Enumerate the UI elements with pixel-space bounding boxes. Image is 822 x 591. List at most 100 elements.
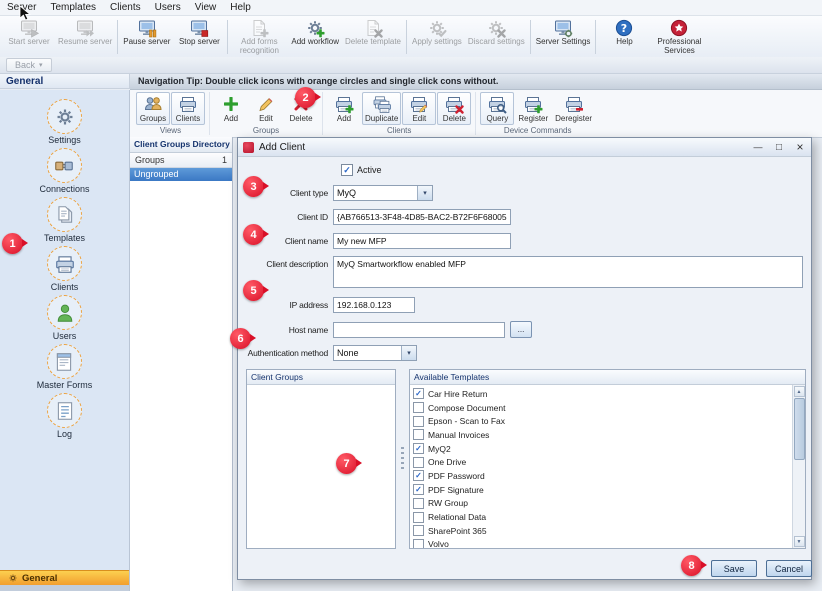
sidebar-item-templates[interactable]: Templates — [44, 197, 85, 243]
professional-services-button[interactable]: Professional Services — [650, 17, 708, 57]
available-templates-panel-title: Available Templates — [410, 370, 805, 385]
sidebar-items: SettingsConnections Templates ClientsUsers… — [0, 90, 129, 439]
client-type-dropdown[interactable]: MyQ — [333, 185, 433, 201]
template-checkbox[interactable] — [413, 539, 424, 548]
clients-duplicate-button[interactable]: Duplicate — [362, 92, 401, 125]
dialog-titlebar[interactable]: Add Client — [238, 138, 811, 157]
groups-add-button[interactable]: Add — [214, 92, 248, 125]
help-icon: ? — [614, 18, 634, 38]
template-list-item[interactable]: Compose Document — [413, 401, 792, 415]
chevron-down-icon[interactable] — [417, 186, 432, 200]
template-list-item[interactable]: ✓Car Hire Return — [413, 387, 792, 401]
template-list-item[interactable]: ✓PDF Signature — [413, 483, 792, 497]
device-commands-deregister-button[interactable]: Deregister — [552, 92, 595, 125]
toolbar-button-label: Pause server — [123, 38, 170, 47]
template-list-item[interactable]: Epson - Scan to Fax — [413, 414, 792, 428]
log-icon — [54, 400, 76, 422]
template-checkbox[interactable]: ✓ — [413, 470, 424, 481]
orange-circle — [47, 344, 82, 379]
menu-item-users[interactable]: Users — [148, 0, 188, 15]
template-list-item[interactable]: One Drive — [413, 455, 792, 469]
templates-scrollbar[interactable] — [792, 385, 805, 548]
sidebar-item-users[interactable]: Users — [47, 295, 82, 341]
template-list-item[interactable]: ✓MyQ2 — [413, 442, 792, 456]
close-button[interactable] — [794, 140, 806, 154]
groups-column-header[interactable]: Groups 1 — [130, 153, 232, 168]
template-checkbox[interactable] — [413, 525, 424, 536]
menu-item-help[interactable]: Help — [223, 0, 258, 15]
template-checkbox[interactable] — [413, 429, 424, 440]
client-groups-list — [247, 385, 395, 548]
template-checkbox[interactable] — [413, 512, 424, 523]
template-list-item[interactable]: Volvo — [413, 538, 792, 548]
template-label: RW Group — [428, 498, 468, 508]
groups-list: Ungrouped — [130, 168, 232, 591]
cancel-button[interactable]: Cancel — [766, 560, 812, 577]
annotation-3: 3 — [243, 176, 264, 197]
server-settings-button[interactable]: Server Settings — [533, 17, 594, 57]
sidebar-item-label: Templates — [44, 233, 85, 243]
active-checkbox[interactable]: ✓ — [341, 164, 353, 176]
views-groups-button[interactable]: Groups — [136, 92, 170, 125]
host-name-input[interactable] — [333, 322, 505, 338]
maximize-button[interactable] — [773, 142, 785, 153]
template-checkbox[interactable] — [413, 416, 424, 427]
template-list-item[interactable]: SharePoint 365 — [413, 524, 792, 538]
groups-edit-button[interactable]: Edit — [249, 92, 283, 125]
template-checkbox[interactable] — [413, 402, 424, 413]
template-checkbox[interactable] — [413, 457, 424, 468]
sidebar-footer[interactable]: General — [0, 570, 129, 585]
template-list-item[interactable]: RW Group — [413, 497, 792, 511]
panel-splitter[interactable] — [398, 369, 407, 549]
browse-button[interactable]: ... — [510, 321, 532, 338]
stop-server-icon — [189, 18, 209, 38]
menu-item-view[interactable]: View — [188, 0, 224, 15]
sidebar-item-settings[interactable]: Settings — [47, 99, 82, 145]
sidebar-item-clients[interactable]: Clients — [47, 246, 82, 292]
save-button[interactable]: Save — [711, 560, 757, 577]
add-workflow-button[interactable]: Add workflow — [288, 17, 342, 57]
sidebar-item-connections[interactable]: Connections — [39, 148, 89, 194]
scroll-down-icon[interactable] — [794, 536, 805, 547]
minimize-button[interactable] — [752, 142, 764, 152]
scroll-up-icon[interactable] — [794, 386, 805, 397]
template-list-item[interactable]: ✓PDF Password — [413, 469, 792, 483]
ribbon: GroupsClientsViewsAddEditDeleteGroupsAdd… — [130, 90, 822, 138]
help-button[interactable]: ?Help — [598, 17, 650, 57]
scrollbar-track[interactable] — [794, 397, 805, 536]
device-commands-query-button[interactable]: Query — [480, 92, 514, 125]
template-list-item[interactable]: Relational Data — [413, 510, 792, 524]
template-list-item[interactable]: Manual Invoices — [413, 428, 792, 442]
template-label: One Drive — [428, 457, 466, 467]
scrollbar-thumb[interactable] — [794, 398, 805, 460]
chevron-down-icon[interactable] — [401, 346, 416, 360]
clients-delete-button[interactable]: Delete — [437, 92, 471, 125]
template-checkbox[interactable] — [413, 498, 424, 509]
ip-address-input[interactable] — [333, 297, 415, 313]
navigation-tip: Navigation Tip: Double click icons with … — [130, 74, 822, 90]
client-description-input[interactable]: MyQ Smartworkflow enabled MFP — [333, 256, 803, 288]
auth-method-dropdown[interactable]: None — [333, 345, 417, 361]
template-checkbox[interactable]: ✓ — [413, 484, 424, 495]
device-commands-register-button[interactable]: Register — [515, 92, 551, 125]
group-list-item[interactable]: Ungrouped — [130, 168, 232, 181]
start-server-button: Start server — [3, 17, 55, 57]
client-name-input[interactable] — [333, 233, 511, 249]
deregister-icon — [564, 94, 584, 114]
back-button[interactable]: Back — [6, 58, 52, 72]
template-checkbox[interactable]: ✓ — [413, 443, 424, 454]
toolbar-separator — [595, 20, 596, 54]
clients-add-button[interactable]: Add — [327, 92, 361, 125]
views-clients-button[interactable]: Clients — [171, 92, 205, 125]
template-checkbox[interactable]: ✓ — [413, 388, 424, 399]
stop-server-button[interactable]: Stop server — [173, 17, 225, 57]
clients-edit-button[interactable]: Edit — [402, 92, 436, 125]
menu-item-templates[interactable]: Templates — [43, 0, 103, 15]
menu-item-clients[interactable]: Clients — [103, 0, 148, 15]
client-id-label: Client ID — [238, 212, 333, 222]
pause-server-button[interactable]: Pause server — [120, 17, 173, 57]
gear-icon — [8, 573, 18, 583]
client-id-input[interactable] — [333, 209, 511, 225]
sidebar-item-master-forms[interactable]: Master Forms — [37, 344, 93, 390]
sidebar-item-log[interactable]: Log — [47, 393, 82, 439]
